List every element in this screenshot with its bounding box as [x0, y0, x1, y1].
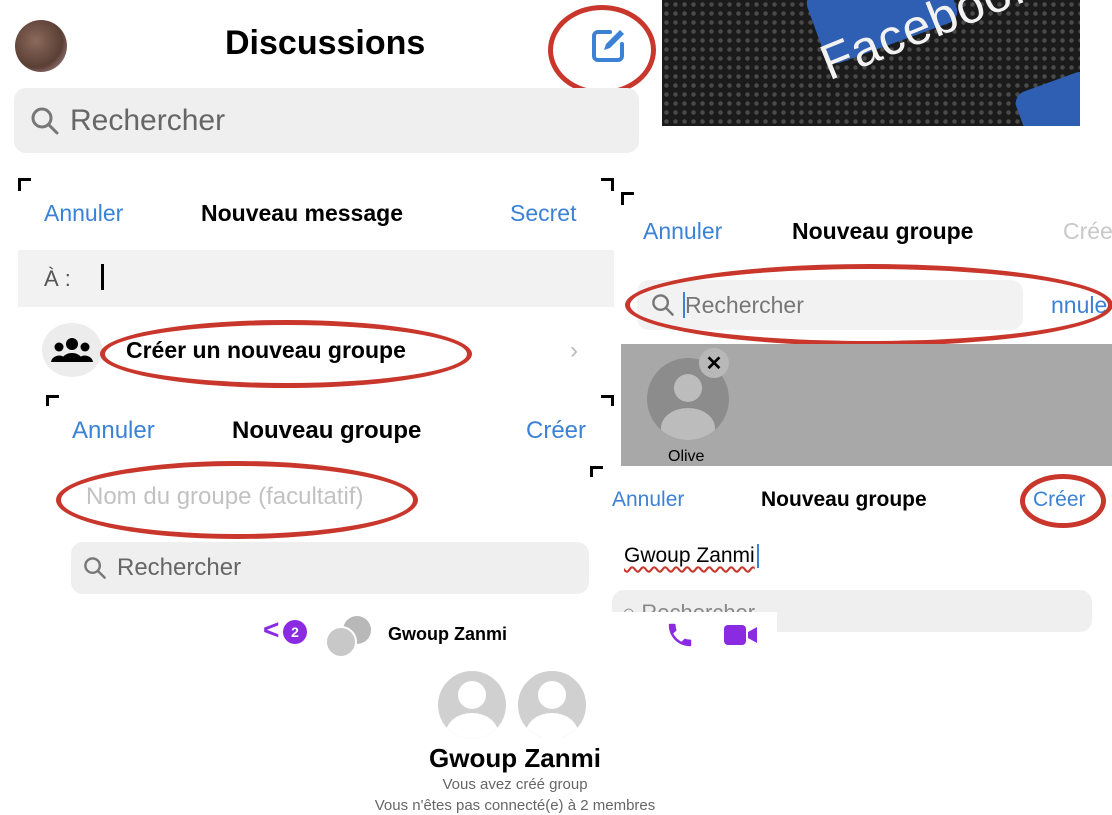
- screenshot-corner: [621, 192, 634, 205]
- avatar-head: [538, 681, 566, 709]
- discussions-panel: Discussions Rechercher: [0, 0, 656, 160]
- cancel-button[interactable]: Annuler: [72, 417, 155, 445]
- selected-contacts-area: ✕ Olive: [621, 344, 1112, 467]
- group-name: Gwoup Zanmi: [429, 743, 601, 773]
- group-avatar-right: [515, 668, 589, 742]
- new-group-panel-2: Annuler Nouveau groupe Crée Rechercher n…: [621, 192, 1112, 467]
- chat-title: Gwoup Zanmi: [388, 624, 507, 644]
- avatar-head: [458, 681, 486, 709]
- new-message-panel: Annuler Nouveau message Secret À : Créer…: [18, 178, 614, 393]
- group-avatar: [438, 668, 598, 742]
- search-icon: [651, 293, 675, 317]
- avatar-front: [325, 626, 357, 658]
- panel-title: Nouveau message: [201, 200, 403, 226]
- chevron-right-icon: ›: [570, 337, 578, 364]
- search-icon: [83, 556, 107, 580]
- contact-name: Olive: [668, 448, 705, 465]
- screenshot-corner: [601, 395, 614, 406]
- to-field[interactable]: À :: [18, 250, 614, 307]
- screenshot-corner: [18, 178, 31, 191]
- facebook-logo-block-2: [1012, 68, 1080, 126]
- chat-header: < 2 Gwoup Zanmi: [255, 612, 777, 658]
- group-info: Gwoup Zanmi Vous avez créé group Vous n'…: [300, 665, 730, 815]
- group-name-input[interactable]: Gwoup Zanmi: [624, 544, 759, 569]
- group-name-value: Gwoup Zanmi: [624, 544, 755, 567]
- phone-icon[interactable]: [665, 620, 695, 650]
- to-label: À :: [44, 266, 71, 291]
- avatar[interactable]: [15, 20, 67, 72]
- avatar-head: [674, 374, 702, 402]
- created-info: Vous avez créé group: [442, 776, 588, 793]
- panel-title: Nouveau groupe: [792, 218, 974, 244]
- screenshot-corner: [46, 395, 59, 406]
- search-icon: [30, 106, 60, 136]
- avatar-body: [526, 713, 578, 739]
- secret-button[interactable]: Secret: [510, 200, 576, 227]
- create-group-label: Créer un nouveau groupe: [126, 337, 406, 363]
- new-group-panel-3: Annuler Nouveau groupe Créer Gwoup Zanmi…: [590, 466, 1112, 636]
- create-group-row[interactable]: Créer un nouveau groupe ›: [18, 323, 614, 383]
- cancel-search-button[interactable]: nnule: [1051, 292, 1107, 319]
- avatar-body: [446, 713, 498, 739]
- search-bar[interactable]: Rechercher: [637, 280, 1023, 330]
- group-avatar-left: [438, 671, 506, 739]
- cancel-button[interactable]: Annuler: [643, 218, 722, 245]
- video-icon[interactable]: [723, 622, 759, 648]
- search-bar[interactable]: Rechercher: [71, 542, 589, 594]
- unread-badge: 2: [283, 620, 307, 644]
- remove-contact-icon[interactable]: ✕: [699, 348, 729, 378]
- group-name-field[interactable]: Nom du groupe (facultatif): [86, 483, 363, 511]
- search-bar[interactable]: Rechercher: [14, 88, 639, 153]
- search-placeholder: Rechercher: [685, 291, 804, 318]
- group-avatar-icon: [323, 616, 377, 658]
- search-placeholder: Rechercher: [70, 103, 226, 137]
- create-button[interactable]: Créer: [1033, 488, 1086, 512]
- screenshot-corner: [590, 466, 603, 477]
- create-button[interactable]: Créer: [526, 417, 586, 445]
- page-title: Discussions: [225, 24, 426, 62]
- text-cursor: [756, 544, 759, 569]
- screenshot-corner: [601, 178, 614, 191]
- back-chevron-icon[interactable]: <: [263, 614, 279, 646]
- connection-info: Vous n'êtes pas connecté(e) à 2 membres: [374, 797, 656, 814]
- search-placeholder: Rechercher: [117, 554, 242, 581]
- create-button-disabled[interactable]: Crée: [1063, 218, 1112, 245]
- panel-title: Nouveau groupe: [232, 417, 422, 444]
- panel-title: Nouveau groupe: [761, 488, 927, 511]
- cancel-button[interactable]: Annuler: [44, 200, 123, 227]
- facebook-banner: Facebook: [662, 0, 1080, 126]
- text-cursor: [101, 264, 104, 290]
- compose-icon[interactable]: [587, 25, 629, 67]
- group-icon: [42, 323, 102, 377]
- cancel-button[interactable]: Annuler: [612, 488, 684, 512]
- new-group-panel-1: Annuler Nouveau groupe Créer Nom du grou…: [46, 395, 614, 610]
- avatar-body: [661, 408, 715, 440]
